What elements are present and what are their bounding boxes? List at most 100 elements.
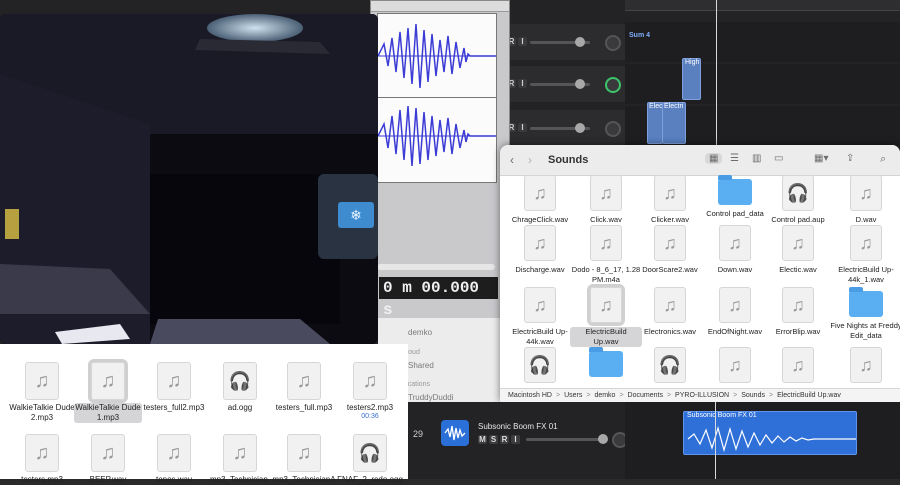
mute-button[interactable]: M xyxy=(478,435,487,444)
file-item-selected[interactable]: ♫ WalkieTalkie Dude 1.mp3 xyxy=(74,359,142,423)
file-name: Dodo - 8_6_17, 1.28 PM.m4a xyxy=(571,265,641,284)
icon-view-icon[interactable]: ▦ xyxy=(705,153,723,164)
folder-item[interactable]: Control pad_data xyxy=(699,175,771,219)
video-player-window[interactable]: ❄ xyxy=(0,14,378,344)
file-item[interactable]: ♫ D.wav xyxy=(830,175,900,225)
audio-file-icon: ♫ xyxy=(850,225,882,261)
path-segment[interactable]: PYRO-ILLUSION xyxy=(675,392,729,399)
file-item[interactable]: ♫ ElectricBuild Up-44k_1.wav xyxy=(830,225,900,285)
file-name: mp3_TechnicianA xyxy=(272,475,336,484)
track-header[interactable]: R I xyxy=(500,66,625,102)
share-icon[interactable]: ⇪ xyxy=(846,153,854,164)
record-enable-button[interactable]: R xyxy=(500,435,509,444)
audio-region[interactable]: High xyxy=(682,58,701,100)
group-by-icon[interactable]: ▦▾ xyxy=(814,153,828,164)
gallery-view-icon[interactable]: ▭ xyxy=(774,153,783,164)
file-item-selected[interactable]: ♫ ElectricBuild Up.wav xyxy=(570,284,642,347)
file-item[interactable]: ♫ Electronics.wav xyxy=(634,287,706,337)
sidebar-item-demko[interactable]: demko xyxy=(408,328,432,337)
time-display[interactable]: 0 m 00.000 s xyxy=(379,277,498,319)
pan-knob[interactable] xyxy=(605,35,621,51)
file-item[interactable]: ♫ DoorScare2.wav xyxy=(634,225,706,275)
audio-region[interactable]: Electri xyxy=(662,102,686,144)
file-item[interactable]: 🎧 ad.ogg xyxy=(206,362,274,413)
file-item[interactable]: ♫ EndOfNight.wav xyxy=(699,287,771,337)
pan-knob[interactable] xyxy=(605,77,621,93)
file-item[interactable]: ♫ Electic.wav xyxy=(762,225,834,275)
volume-slider[interactable] xyxy=(526,438,606,441)
audio-file-icon: ♫ xyxy=(223,434,257,472)
file-item[interactable]: ♫ WalkieTalkie Dude 2.mp3 xyxy=(8,362,76,423)
file-item[interactable]: ♫ tones.wav xyxy=(140,434,208,485)
path-segment[interactable]: demko xyxy=(594,392,615,399)
file-item[interactable]: ♫ ErrorBlip.wav xyxy=(762,287,834,337)
audio-file-icon: ♫ xyxy=(850,175,882,211)
file-item[interactable]: ♫ Discharge.wav xyxy=(504,225,576,275)
file-item[interactable]: ♫ xyxy=(762,347,834,383)
file-item[interactable]: ♫ xyxy=(830,347,900,383)
pan-knob[interactable] xyxy=(605,121,621,137)
file-item[interactable]: ♫ testers_full.mp3 xyxy=(270,362,338,413)
audio-region[interactable]: Elec xyxy=(647,102,663,144)
track-name[interactable]: Subsonic Boom FX 01 xyxy=(478,422,558,431)
timeline-ruler[interactable] xyxy=(625,0,900,11)
file-item[interactable]: ♫ BEEP.wav xyxy=(74,434,142,485)
chevron-left-icon[interactable]: ‹ xyxy=(510,153,514,167)
file-item[interactable]: ♫ ElectricBuild Up-44k.wav xyxy=(504,287,576,347)
file-item[interactable]: ♫ ChrageClick.wav xyxy=(504,175,576,225)
file-item[interactable]: ♫ Clicker.wav xyxy=(634,175,706,225)
waveform-channel-left[interactable] xyxy=(377,13,497,99)
file-item[interactable]: ♫ mp3_Technician. xyxy=(206,434,274,485)
file-item[interactable]: ♫ testers2.mp3 00:36 xyxy=(336,362,404,420)
volume-knob[interactable] xyxy=(575,123,585,133)
audio-file-icon: ♫ xyxy=(287,434,321,472)
horizontal-scrollbar[interactable] xyxy=(377,264,495,270)
column-view-icon[interactable]: ▥ xyxy=(752,153,761,164)
input-monitor-button[interactable]: I xyxy=(518,37,527,46)
input-monitor-button[interactable]: I xyxy=(518,123,527,132)
list-view-icon[interactable]: ☰ xyxy=(730,153,739,164)
file-item[interactable]: ♫ Down.wav xyxy=(699,225,771,275)
path-segment[interactable]: ElectricBuild Up.wav xyxy=(777,392,841,399)
audacity-window: 0 m 00.000 s xyxy=(370,0,510,320)
volume-knob[interactable] xyxy=(575,79,585,89)
track-lane[interactable] xyxy=(625,64,900,104)
file-item[interactable]: ♫ mp3_TechnicianA xyxy=(270,434,338,485)
timeline-ruler[interactable] xyxy=(371,1,509,12)
volume-knob[interactable] xyxy=(575,37,585,47)
folder-item[interactable]: Five Nights at Freddy Edit_data xyxy=(830,287,900,341)
input-monitor-button[interactable]: I xyxy=(511,435,520,444)
file-item[interactable]: ♫ xyxy=(699,347,771,383)
volume-knob[interactable] xyxy=(598,434,608,444)
folder-item[interactable] xyxy=(570,347,642,377)
file-item[interactable]: ♫ Click.wav xyxy=(570,175,642,225)
sidebar-item-location[interactable]: TruddyDuddi xyxy=(408,393,454,402)
file-name: ElectricBuild Up-44k.wav xyxy=(512,327,568,346)
chevron-right-icon[interactable]: › xyxy=(528,153,532,167)
file-item[interactable]: ♫ testers_full2.mp3 xyxy=(140,362,208,413)
path-segment[interactable]: Macintosh HD xyxy=(508,392,552,399)
search-icon[interactable]: ⌕ xyxy=(880,153,886,166)
file-item[interactable]: 🎧 Control pad.aup xyxy=(762,175,834,225)
path-segment[interactable]: Documents xyxy=(628,392,663,399)
solo-button[interactable]: S xyxy=(489,435,498,444)
waveform-channel-right[interactable] xyxy=(377,97,497,183)
file-item[interactable]: 🎧 xyxy=(634,347,706,383)
audio-file-icon: ♫ xyxy=(782,347,814,383)
sidebar-item-shared[interactable]: Shared xyxy=(408,361,434,370)
path-segment[interactable]: Sounds xyxy=(741,392,765,399)
file-name: testers_full2.mp3 xyxy=(143,403,205,412)
track-header[interactable]: R I xyxy=(500,110,625,146)
file-item[interactable]: 🎧 xyxy=(504,347,576,383)
input-monitor-button[interactable]: I xyxy=(518,79,527,88)
track-header[interactable]: R I xyxy=(500,24,625,60)
file-item[interactable]: 🎧 FNAF_2_redo.ogg xyxy=(336,434,404,485)
path-segment[interactable]: Users xyxy=(564,392,582,399)
audio-file-icon: ♫ xyxy=(88,359,128,403)
file-item[interactable]: ♫ Dodo - 8_6_17, 1.28 PM.m4a xyxy=(570,225,642,285)
file-name: Electic.wav xyxy=(779,265,817,274)
audio-region-selected[interactable]: Subsonic Boom FX 01 xyxy=(683,411,857,455)
track-lane[interactable]: Sum 4 xyxy=(625,22,900,62)
file-item[interactable]: ♫ testers.mp3 xyxy=(8,434,76,485)
playhead[interactable] xyxy=(715,402,716,479)
